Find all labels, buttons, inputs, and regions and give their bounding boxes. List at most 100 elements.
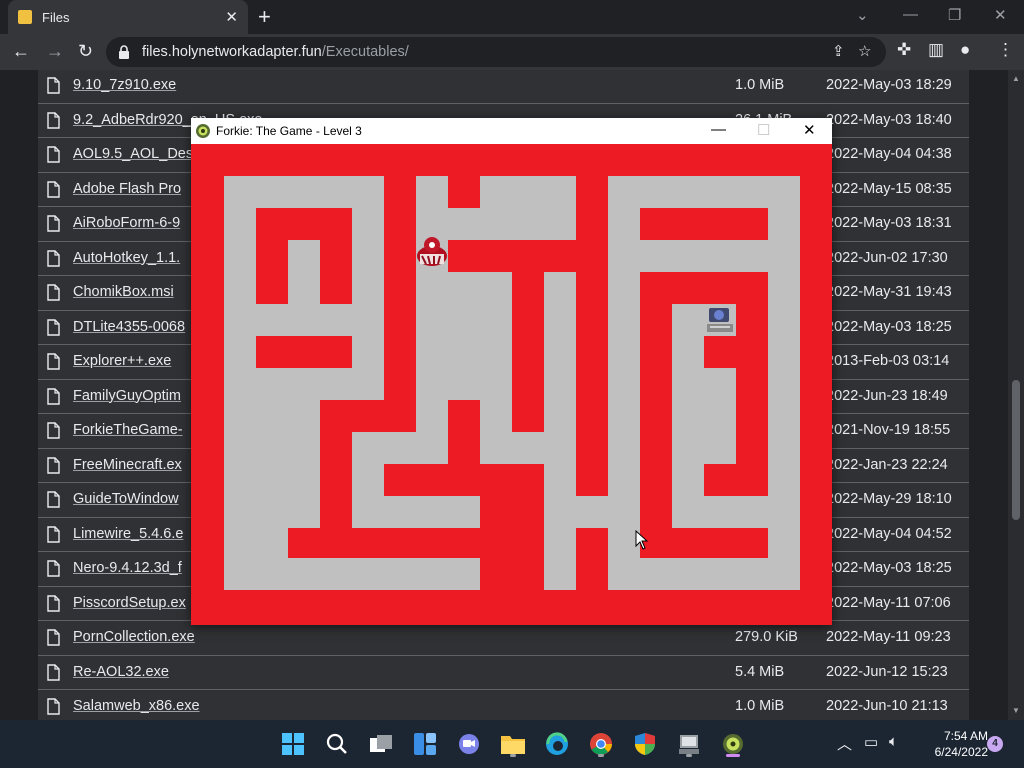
file-icon — [47, 629, 60, 646]
file-row[interactable]: 9.10_7z910.exe 1.0 MiB 2022-May-03 18:29 — [38, 70, 969, 104]
taskbar: ︿ ▭ 🔈︎ 7:54 AM 6/24/2022 — [0, 720, 1024, 768]
extensions-icon[interactable]: ✜ — [897, 40, 911, 60]
tray-overflow-icon[interactable]: ︿ — [837, 733, 852, 754]
bookmark-star-icon[interactable]: ☆ — [858, 42, 871, 60]
minimize-icon[interactable]: — — [903, 6, 918, 23]
share-icon[interactable]: ⇪ — [832, 42, 845, 60]
file-icon — [47, 284, 60, 301]
file-name-link[interactable]: Adobe Flash Pro — [73, 181, 181, 197]
close-tab-icon[interactable]: ✕ — [225, 8, 238, 26]
widgets-button[interactable] — [409, 728, 441, 760]
file-name-link[interactable]: Salamweb_x86.exe — [73, 698, 200, 714]
game-maximize-icon[interactable]: ☐ — [757, 121, 770, 139]
installer-button[interactable] — [673, 728, 705, 760]
file-icon — [47, 698, 60, 715]
edge-icon — [546, 732, 568, 755]
active-indicator — [726, 754, 740, 757]
folder-icon — [18, 10, 32, 24]
file-icon — [47, 663, 60, 681]
file-name-link[interactable]: Nero-9.4.12.3d_f — [73, 560, 182, 576]
file-name-link[interactable]: AutoHotkey_1.1. — [73, 250, 180, 266]
search-button[interactable] — [321, 728, 353, 760]
file-name-link[interactable]: 9.10_7z910.exe — [73, 77, 176, 93]
file-icon — [47, 560, 60, 577]
game-window[interactable]: Forkie: The Game - Level 3 — ☐ ✕ — [191, 118, 832, 625]
file-name-link[interactable]: ForkieTheGame- — [73, 422, 183, 438]
file-name-link[interactable]: PornCollection.exe — [73, 629, 195, 645]
scroll-down-icon[interactable]: ▼ — [1012, 706, 1020, 715]
task-view-icon — [370, 735, 392, 752]
notification-badge[interactable]: 4 — [987, 736, 1003, 752]
back-icon[interactable]: ← — [12, 41, 30, 62]
volume-icon[interactable]: 🔈︎ — [889, 733, 898, 750]
chat-button[interactable] — [453, 728, 485, 760]
game-close-icon[interactable]: ✕ — [803, 121, 816, 139]
forkie-game-button[interactable] — [717, 728, 749, 760]
mouse-cursor-icon — [635, 530, 649, 550]
profile-icon[interactable]: ● — [960, 40, 970, 60]
file-icon — [47, 249, 60, 267]
running-indicator — [510, 754, 516, 757]
file-icon — [47, 525, 60, 543]
tab-title: Files — [42, 9, 70, 25]
maze-board[interactable] — [191, 144, 832, 625]
reload-icon[interactable]: ↻ — [78, 41, 93, 62]
forkie-app-icon — [196, 124, 210, 138]
file-name-link[interactable]: AOL9.5_AOL_Des — [73, 146, 193, 162]
file-row[interactable]: Salamweb_x86.exe 1.0 MiB 2022-Jun-10 21:13 — [38, 690, 969, 720]
file-name-link[interactable]: Limewire_5.4.6.e — [73, 526, 183, 542]
file-name-link[interactable]: Explorer++.exe — [73, 353, 171, 369]
file-date: 2022-Jan-23 22:24 — [826, 456, 948, 473]
chrome-button[interactable] — [585, 728, 617, 760]
scroll-up-icon[interactable]: ▲ — [1012, 74, 1020, 83]
scrollbar-thumb[interactable] — [1012, 380, 1020, 520]
start-button[interactable] — [277, 728, 309, 760]
chrome-icon — [590, 733, 612, 755]
file-name-link[interactable]: ChomikBox.msi — [73, 284, 174, 300]
game-titlebar[interactable]: Forkie: The Game - Level 3 — ☐ ✕ — [191, 118, 832, 144]
file-name-link[interactable]: FreeMinecraft.ex — [73, 457, 182, 473]
file-name-link[interactable]: FamilyGuyOptim — [73, 388, 181, 404]
file-date: 2022-May-11 07:06 — [826, 594, 951, 611]
file-name-link[interactable]: PisscordSetup.ex — [73, 595, 186, 611]
file-date: 2013-Feb-03 03:14 — [826, 353, 950, 369]
restore-icon[interactable]: ❐ — [948, 6, 961, 24]
forward-icon[interactable]: → — [46, 41, 64, 62]
widgets-icon — [414, 733, 436, 755]
menu-icon[interactable]: ⋮ — [997, 40, 1014, 60]
windows-icon — [282, 733, 304, 755]
clock-date: 6/24/2022 — [934, 745, 988, 759]
game-minimize-icon[interactable]: — — [711, 121, 726, 138]
file-name-link[interactable]: AiRoboForm-6-9 — [73, 215, 180, 231]
file-icon — [47, 491, 60, 508]
task-view-button[interactable] — [365, 728, 397, 760]
lock-icon — [119, 45, 129, 59]
file-explorer-button[interactable] — [497, 728, 529, 760]
folder-icon — [501, 736, 525, 754]
security-button[interactable] — [629, 728, 661, 760]
file-icon — [47, 215, 60, 232]
file-name-link[interactable]: DTLite4355-0068 — [73, 319, 185, 335]
side-panel-icon[interactable]: ▥ — [928, 40, 944, 60]
file-name-link[interactable]: GuideToWindow — [73, 491, 179, 507]
file-icon — [47, 77, 60, 94]
scrollbar[interactable]: ▲ ▼ — [1008, 70, 1024, 720]
edge-button[interactable] — [541, 728, 573, 760]
network-icon[interactable]: ▭ — [864, 733, 878, 751]
new-tab-icon[interactable]: + — [258, 4, 271, 30]
file-row[interactable]: Re-AOL32.exe 5.4 MiB 2022-Jun-12 15:23 — [38, 656, 969, 690]
file-size: 5.4 MiB — [735, 663, 785, 680]
computer-setup-icon — [679, 735, 699, 754]
tab-files[interactable]: Files ✕ — [8, 0, 248, 34]
file-date: 2022-Jun-12 15:23 — [826, 663, 948, 680]
file-size: 1.0 MiB — [735, 698, 785, 714]
file-date: 2022-May-03 18:25 — [826, 318, 952, 335]
file-date: 2022-Jun-10 21:13 — [826, 698, 948, 714]
tab-search-icon[interactable]: ⌄ — [856, 6, 869, 24]
address-bar[interactable]: files.holynetworkadapter.fun/Executables… — [106, 37, 886, 67]
file-date: 2022-May-03 18:31 — [826, 215, 952, 231]
system-clock[interactable]: 7:54 AM 6/24/2022 — [912, 728, 988, 760]
file-row[interactable]: PornCollection.exe 279.0 KiB 2022-May-11 0… — [38, 621, 969, 656]
file-name-link[interactable]: Re-AOL32.exe — [73, 664, 169, 680]
close-window-icon[interactable]: ✕ — [994, 6, 1007, 24]
